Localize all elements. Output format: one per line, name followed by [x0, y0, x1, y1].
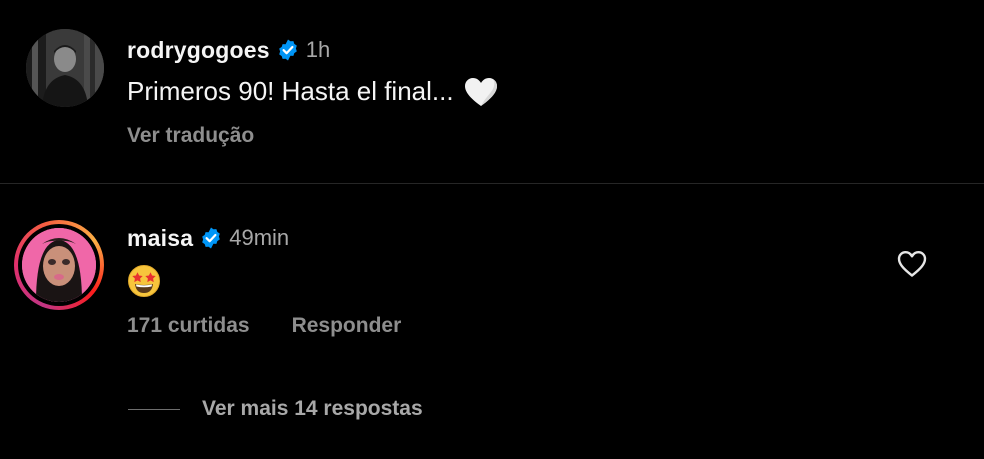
- heart-outline-icon: [897, 251, 927, 277]
- post-author-avatar[interactable]: [26, 29, 104, 107]
- post-time: 1h: [305, 37, 331, 62]
- avatar: [22, 228, 96, 302]
- post-username[interactable]: rodrygogoes: [127, 37, 270, 64]
- like-button[interactable]: [897, 250, 927, 278]
- comment-time: 49min: [229, 225, 290, 250]
- reply-button[interactable]: Responder: [292, 314, 402, 338]
- view-more-replies-button[interactable]: Ver mais 14 respostas: [128, 397, 423, 421]
- comment-item: maisa 49min 171 curtidas Responder Ver m…: [0, 184, 984, 459]
- view-more-replies-label: Ver mais 14 respostas: [202, 397, 423, 420]
- comment-meta: 171 curtidas Responder: [127, 314, 401, 338]
- comment-header: maisa 49min: [127, 222, 289, 254]
- avatar: [26, 29, 104, 107]
- comment-author-avatar[interactable]: [14, 220, 104, 310]
- post-caption: rodrygogoes 1h Primeros 90! Hasta el fin…: [0, 0, 984, 184]
- comment-username[interactable]: maisa: [127, 225, 193, 252]
- verified-badge-icon: [278, 39, 297, 61]
- post-text: Primeros 90! Hasta el final...: [127, 76, 498, 107]
- profile-photo-icon: [26, 29, 104, 107]
- verified-badge-icon: [202, 227, 221, 249]
- profile-photo-icon: [22, 228, 96, 302]
- story-ring: [18, 224, 100, 306]
- translate-button[interactable]: Ver tradução: [127, 124, 254, 148]
- post-caption-text: Primeros 90! Hasta el final...: [127, 76, 454, 106]
- comment-likes-count[interactable]: 171 curtidas: [127, 314, 250, 338]
- white-heart-emoji-icon: [464, 77, 497, 106]
- replies-line: [128, 408, 180, 410]
- star-struck-emoji-icon: [128, 265, 160, 297]
- post-header: rodrygogoes 1h: [127, 34, 330, 66]
